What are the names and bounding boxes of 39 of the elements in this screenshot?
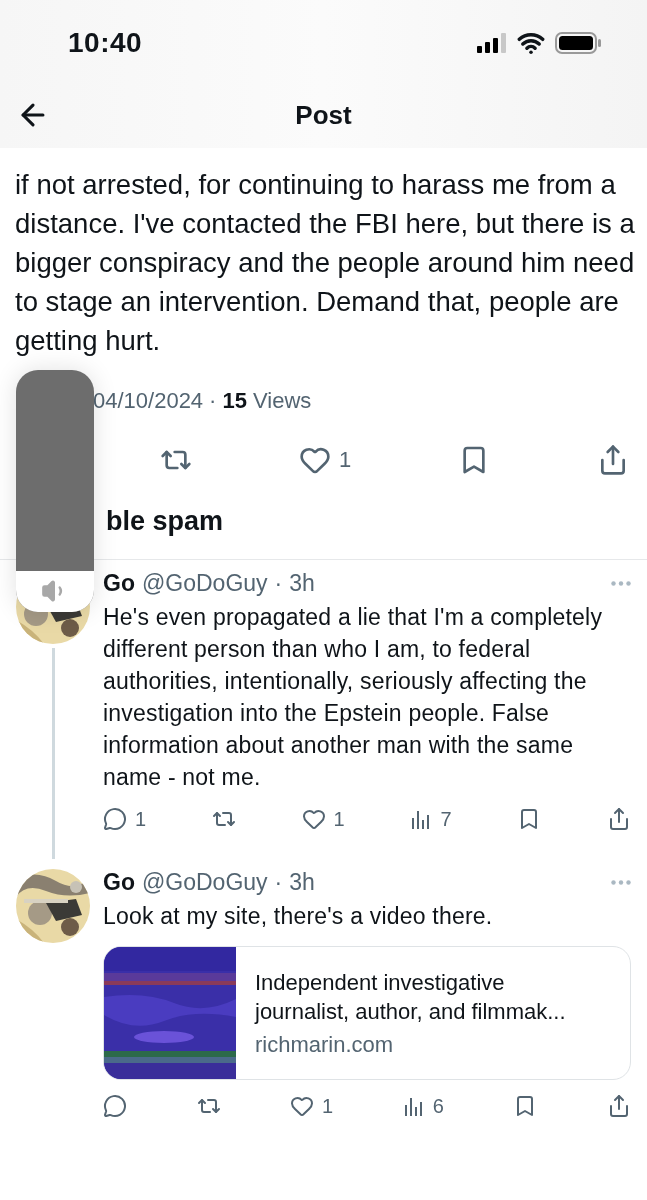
link-card[interactable]: Independent investigative journalist, author, and filmmak... richmarin.com [103,946,631,1080]
reply-text: He's even propagated a lie that I'm a completely different person than who I am, to federal authorities, intentionally, seriously affecting the investigation into the Epstein people. False information about another man with the same name - not me. [103,603,604,792]
separator-dot: · [274,570,283,597]
section-heading: ble spam [0,476,647,560]
views-icon [402,1095,425,1117]
status-time: 10:40 [68,27,143,59]
reply-icon [103,807,127,831]
more-icon [611,880,631,885]
reply-button[interactable] [103,1094,127,1118]
heart-icon [301,807,326,831]
share-icon [607,1094,631,1118]
link-title: Independent investigative journalist, author, and filmmak... [255,969,567,1026]
reply-icon [103,1094,127,1118]
view-count: 15 Views [222,388,312,414]
more-icon [611,581,631,586]
like-button[interactable]: 1 [301,807,345,831]
author-handle: @GoDoGuy [141,570,268,597]
author-name: Go [103,869,135,896]
post-time: 3h [289,570,315,597]
battery-icon [555,32,601,54]
signal-icon [477,33,507,53]
post-time: 3h [289,869,315,896]
post-date: 04/10/2024 [93,388,204,414]
link-domain: richmarin.com [255,1032,395,1058]
share-button[interactable] [607,1094,631,1118]
separator-dot: · [274,869,283,896]
author-handle: @GoDoGuy [141,869,268,896]
reply-text: Look at my site, there's a video there. [103,902,494,931]
volume-slider[interactable] [16,370,94,612]
like-button[interactable]: 1 [290,1094,334,1118]
views-button[interactable]: 7 [410,807,452,831]
views-button[interactable]: 6 [402,1094,444,1118]
separator-dot: · [209,388,217,414]
reply-button[interactable]: 1 [103,807,147,831]
post-text: if not arrested, for continuing to harass me from a distance. I've contacted the FBI here, but there is a bigger conspiracy and the people around him need to stage an intervention. Demand that, people are getting hurt. [14,168,636,358]
author-name: Go [103,570,135,597]
like-button[interactable]: 1 [298,444,352,476]
heart-icon [290,1094,315,1118]
header-title: Post [295,99,352,131]
